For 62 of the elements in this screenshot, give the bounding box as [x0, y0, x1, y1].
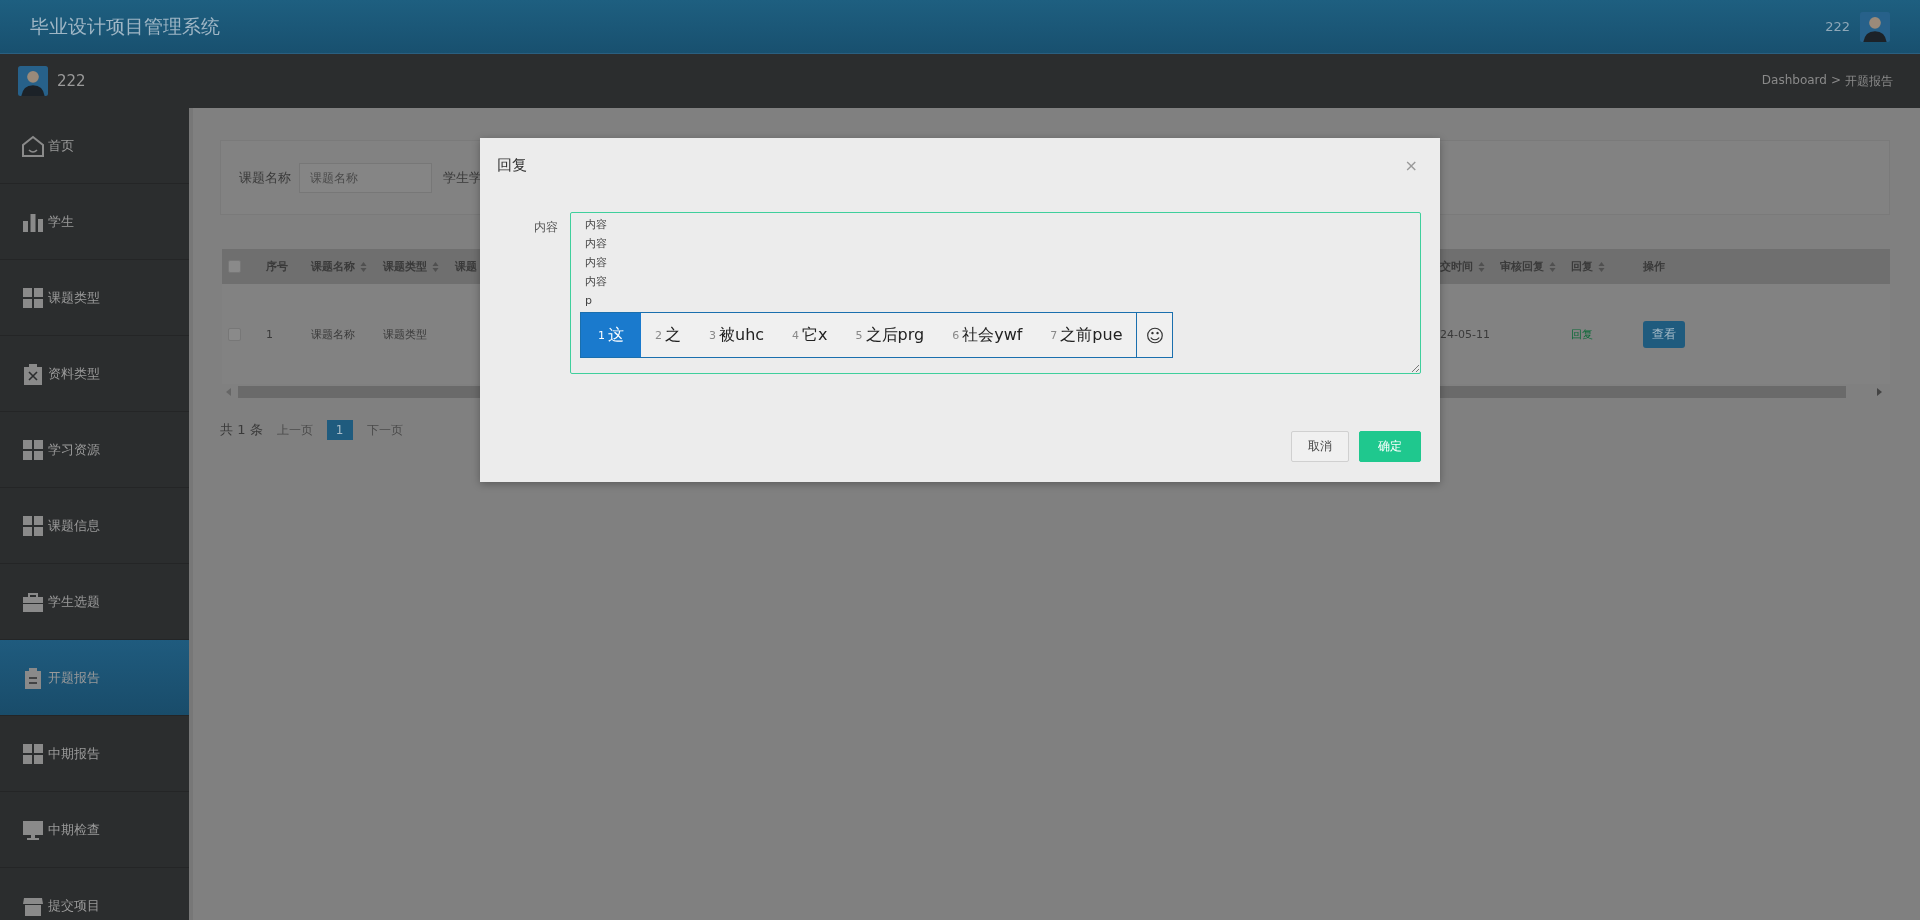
- sort-icon[interactable]: [1549, 260, 1556, 273]
- text-line: 内容: [585, 274, 608, 290]
- clipboard-icon: [22, 666, 44, 689]
- view-button[interactable]: 查看: [1643, 320, 1685, 348]
- sidebar-item[interactable]: 资料类型: [0, 336, 189, 412]
- ime-candidate[interactable]: 3 被uhc: [695, 313, 779, 357]
- checkbox[interactable]: [228, 260, 241, 273]
- sort-icon[interactable]: [1598, 260, 1605, 273]
- sidebar-item[interactable]: 中期检查: [0, 792, 189, 868]
- monitor-icon: [22, 818, 44, 841]
- cancel-button[interactable]: 取消: [1291, 431, 1349, 462]
- sidebar-item[interactable]: 提交项目: [0, 868, 189, 920]
- text-line: 内容: [585, 236, 608, 252]
- avatar: [18, 66, 48, 96]
- text-line: p: [585, 293, 593, 309]
- text-line: 内容: [585, 217, 608, 233]
- sidebar-item[interactable]: 中期报告: [0, 716, 189, 792]
- scroll-left-icon[interactable]: [226, 388, 232, 396]
- breadcrumb-item[interactable]: 开题报告: [1845, 72, 1893, 90]
- avatar: [1860, 11, 1890, 42]
- user-name[interactable]: 222: [1825, 19, 1850, 34]
- grid-icon: [22, 286, 44, 309]
- emoji-button[interactable]: ☺: [1136, 313, 1173, 357]
- grid-icon: [22, 438, 44, 461]
- app-title: 毕业设计项目管理系统: [30, 13, 220, 39]
- sort-icon[interactable]: [360, 260, 367, 273]
- ime-candidate[interactable]: 7 之前pue: [1036, 313, 1137, 357]
- status-text: 回复: [1571, 326, 1594, 342]
- sort-icon[interactable]: [1478, 260, 1485, 273]
- grid-icon: [22, 514, 44, 537]
- briefcase-icon: [22, 590, 44, 613]
- ime-candidate[interactable]: 5 之后prg: [841, 313, 939, 357]
- sidebar-item[interactable]: 开题报告: [0, 640, 189, 716]
- scroll-right-icon[interactable]: [1876, 388, 1882, 396]
- ime-candidate[interactable]: 6 社会ywf: [938, 313, 1037, 357]
- table-cell-text: 课题名称: [311, 326, 356, 342]
- ime-candidate[interactable]: 2 之: [641, 313, 695, 357]
- sidebar-item[interactable]: 课题类型: [0, 260, 189, 336]
- sidebar-item[interactable]: 首页: [0, 108, 189, 184]
- sort-icon[interactable]: [432, 260, 439, 273]
- field-label: 课题名称: [239, 168, 291, 187]
- sidebar-item[interactable]: 课题信息: [0, 488, 189, 564]
- breadcrumb-item[interactable]: Dashboard: [1761, 72, 1827, 90]
- total-count: 共 1 条: [220, 421, 263, 439]
- close-button[interactable]: ×: [1404, 156, 1418, 175]
- text-line: 内容: [585, 255, 608, 271]
- page-button[interactable]: 1: [326, 420, 353, 440]
- ime-candidate[interactable]: 4 它x: [778, 313, 842, 357]
- grid-icon: [22, 742, 44, 765]
- index-cell-text: 1: [266, 327, 274, 341]
- clipboard-x-icon: [22, 362, 44, 385]
- table-cell-text: 课题类型: [383, 326, 428, 342]
- breadcrumb-item[interactable]: >: [1830, 72, 1841, 90]
- resize-handle-icon[interactable]: [1412, 365, 1419, 372]
- house-icon: [22, 134, 44, 157]
- sidebar-item[interactable]: 学生: [0, 184, 189, 260]
- table-cell-text: 24-05-11: [1440, 327, 1491, 341]
- field-label: 内容: [533, 219, 558, 236]
- sidebar-item[interactable]: 学习资源: [0, 412, 189, 488]
- dialog-title: 回复: [497, 156, 527, 175]
- user-name: 222: [57, 72, 86, 90]
- ime-candidate[interactable]: 1 这: [581, 313, 641, 357]
